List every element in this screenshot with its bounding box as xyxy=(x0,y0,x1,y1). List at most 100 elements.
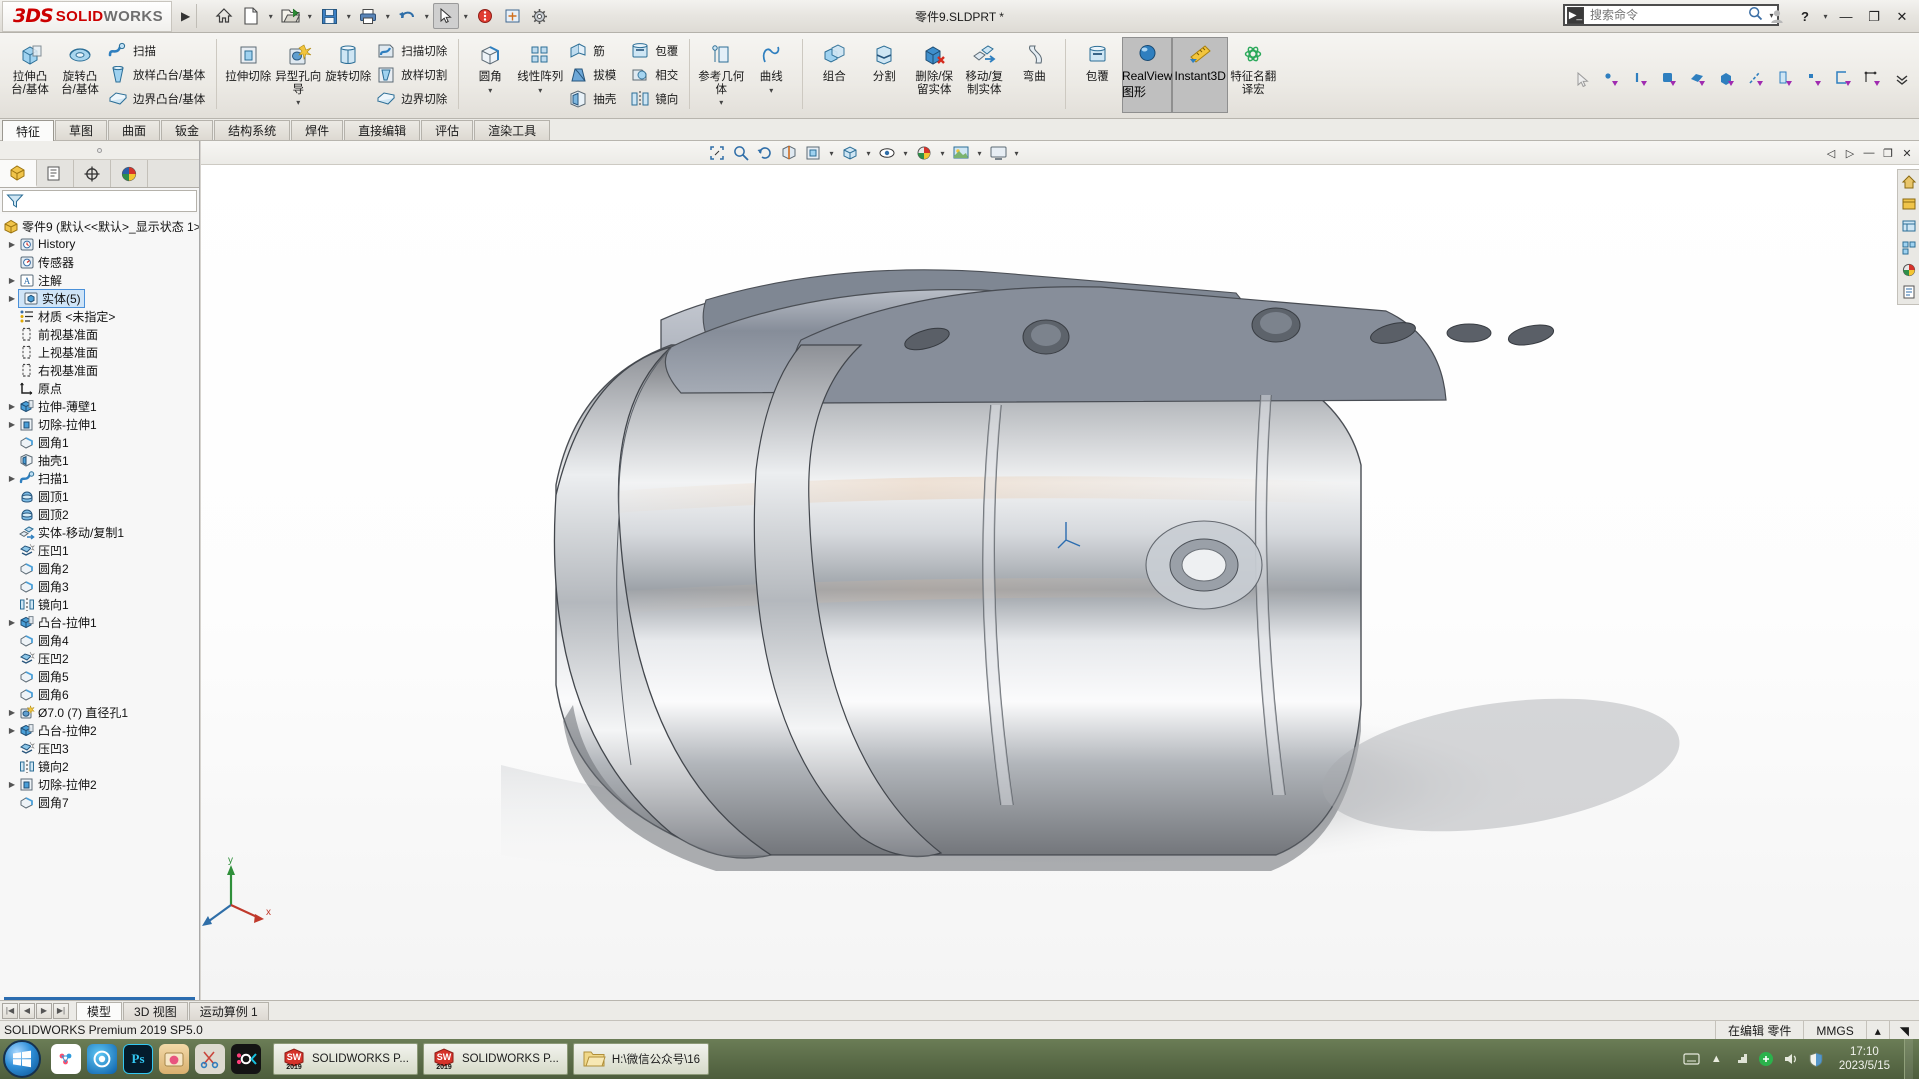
status-resize-grip[interactable]: ◥ xyxy=(1888,1021,1919,1040)
show-desktop-button[interactable] xyxy=(1904,1039,1913,1079)
help-caret-icon[interactable]: ▾ xyxy=(1820,12,1831,21)
view-settings-icon[interactable] xyxy=(987,142,1009,164)
tab-3d-views[interactable]: 3D 视图 xyxy=(123,1001,188,1020)
doc-minimize-button[interactable]: — xyxy=(1861,145,1877,161)
tab-render-tools[interactable]: 渲染工具 xyxy=(474,120,551,140)
doc-next-button[interactable]: ▷ xyxy=(1842,145,1858,161)
instant3d-button[interactable]: Instant3D xyxy=(1172,37,1229,113)
tab-evaluate[interactable]: 评估 xyxy=(421,120,474,140)
photoshop-icon[interactable]: Ps xyxy=(123,1044,153,1074)
display-style-caret-icon[interactable]: ▾ xyxy=(863,149,874,158)
display-style-icon[interactable] xyxy=(839,142,861,164)
expand-arrow-icon[interactable]: ▶ xyxy=(6,780,18,789)
tree-item[interactable]: ▶ History xyxy=(0,235,199,253)
snipping-tool-icon[interactable] xyxy=(195,1044,225,1074)
filter-surface-icon[interactable] xyxy=(1686,67,1712,93)
expand-arrow-icon[interactable]: ▶ xyxy=(6,708,18,717)
hide-show-caret-icon[interactable]: ▾ xyxy=(900,149,911,158)
tree-item[interactable]: 右视基准面 xyxy=(0,361,199,379)
tree-item[interactable]: 原点 xyxy=(0,379,199,397)
prev-tab-button[interactable]: ◀ xyxy=(19,1002,35,1019)
tree-item[interactable]: ▶ 凸台-拉伸2 xyxy=(0,721,199,739)
tree-item[interactable]: 压凹2 xyxy=(0,649,199,667)
expand-arrow-icon[interactable]: ▶ xyxy=(6,618,18,627)
tree-filter-bar[interactable] xyxy=(2,190,197,212)
filter-planes-icon[interactable] xyxy=(1773,67,1799,93)
tree-item[interactable]: 镜向1 xyxy=(0,595,199,613)
curves-caret-icon[interactable]: ▾ xyxy=(746,86,796,95)
tree-item[interactable]: ▶ 拉伸-薄壁1 xyxy=(0,397,199,415)
first-tab-button[interactable]: |◀ xyxy=(2,1002,18,1019)
view-orientation-caret-icon[interactable]: ▾ xyxy=(826,149,837,158)
next-tab-button[interactable]: ▶ xyxy=(36,1002,52,1019)
settings-gear-icon[interactable] xyxy=(526,3,552,29)
tab-structure-system[interactable]: 结构系统 xyxy=(214,120,291,140)
new-doc-icon[interactable] xyxy=(238,3,264,29)
revolve-cut-button[interactable]: 旋转切除 xyxy=(323,37,373,85)
cloud-sync-icon[interactable] xyxy=(51,1044,81,1074)
zoom-to-fit-icon[interactable] xyxy=(706,142,728,164)
solidworks-logo[interactable]: 3DS SOLID WORKS xyxy=(2,0,172,32)
linear-pattern-caret-icon[interactable]: ▾ xyxy=(515,86,565,95)
tree-item[interactable]: 零件9 (默认<<默认>_显示状态 1>) xyxy=(0,217,199,235)
user-account-icon[interactable] xyxy=(1764,5,1790,29)
expand-arrow-icon[interactable]: ▶ xyxy=(6,240,18,249)
extrude-boss-button[interactable]: 拉伸凸台/基体 xyxy=(5,37,55,97)
move-copy-body-button[interactable]: 移动/复制实体 xyxy=(959,37,1009,97)
rib-button[interactable]: 筋 xyxy=(565,39,621,63)
tree-item[interactable]: ▶ 切除-拉伸2 xyxy=(0,775,199,793)
shield-icon[interactable] xyxy=(1808,1051,1825,1068)
mirror-button[interactable]: 镜向 xyxy=(627,87,683,111)
design-library-icon[interactable] xyxy=(1900,195,1918,213)
doc-close-button[interactable]: ✕ xyxy=(1899,145,1915,161)
taskbar-window-solidworks-2[interactable]: SW 2019 SOLIDWORKS P... xyxy=(422,1043,568,1075)
reference-geometry-caret-icon[interactable]: ▾ xyxy=(696,98,746,107)
home-icon[interactable] xyxy=(1900,173,1918,191)
tree-item[interactable]: ▶ Ø7.0 (7) 直径孔1 xyxy=(0,703,199,721)
view-palette-icon[interactable] xyxy=(1900,239,1918,257)
loft-boss-button[interactable]: 放样凸台/基体 xyxy=(105,63,210,87)
tab-sketch[interactable]: 草图 xyxy=(55,120,108,140)
expand-arrow-icon[interactable]: ▶ xyxy=(6,474,18,483)
intersect-button[interactable]: 相交 xyxy=(627,63,683,87)
tree-item[interactable]: ▶ 实体(5) xyxy=(0,288,199,308)
apply-scene-caret-icon[interactable]: ▾ xyxy=(974,149,985,158)
sweep-cut-button[interactable]: 扫描切除 xyxy=(373,39,452,63)
draft-button[interactable]: 拔模 xyxy=(565,63,621,87)
delete-keep-body-button[interactable]: 删除/保留实体 xyxy=(909,37,959,97)
tree-item[interactable]: 圆顶2 xyxy=(0,505,199,523)
hole-wizard-button[interactable]: 异型孔向导 xyxy=(273,37,323,97)
expand-arrow-icon[interactable]: ▶ xyxy=(6,726,18,735)
feature-tree[interactable]: 零件9 (默认<<默认>_显示状态 1>) ▶ History 传感器 ▶ A 注解 ▶ 实体(… xyxy=(0,214,199,995)
filter-axis-icon[interactable] xyxy=(1744,67,1770,93)
tab-configuration-manager[interactable] xyxy=(74,160,111,187)
section-view-icon[interactable] xyxy=(778,142,800,164)
expand-arrow-icon[interactable]: ▶ xyxy=(6,294,18,303)
tree-item[interactable]: 圆角6 xyxy=(0,685,199,703)
windows-start-icon[interactable] xyxy=(3,1040,41,1078)
wrap2-button[interactable]: 包覆 xyxy=(1072,37,1122,85)
options-icon[interactable] xyxy=(472,3,498,29)
curves-button[interactable]: 曲线 xyxy=(746,37,796,85)
filter-vertices-icon[interactable] xyxy=(1599,67,1625,93)
combine-button[interactable]: 组合 xyxy=(809,37,859,85)
filter-edges-icon[interactable] xyxy=(1628,67,1654,93)
undo-icon[interactable] xyxy=(394,3,420,29)
tab-features[interactable]: 特征 xyxy=(2,120,55,141)
minimize-button[interactable]: — xyxy=(1833,5,1859,29)
tab-sheet-metal[interactable]: 钣金 xyxy=(161,120,214,140)
home-icon[interactable] xyxy=(211,3,237,29)
status-units-caret-icon[interactable]: ▴ xyxy=(1865,1021,1889,1040)
more-filters-chevron-icon[interactable] xyxy=(1889,67,1915,93)
tree-item[interactable]: 圆角7 xyxy=(0,793,199,811)
tree-item[interactable]: 镜向2 xyxy=(0,757,199,775)
tree-item[interactable]: 圆角1 xyxy=(0,433,199,451)
tab-feature-tree[interactable] xyxy=(0,160,37,187)
tab-motion-study[interactable]: 运动算例 1 xyxy=(188,1001,269,1020)
tree-item[interactable]: 抽壳1 xyxy=(0,451,199,469)
last-tab-button[interactable]: ▶| xyxy=(53,1002,69,1019)
tree-item[interactable]: 材质 <未指定> xyxy=(0,307,199,325)
expand-arrow-icon[interactable]: ▶ xyxy=(6,420,18,429)
appearances-icon[interactable] xyxy=(1900,261,1918,279)
tree-item[interactable]: 圆角4 xyxy=(0,631,199,649)
